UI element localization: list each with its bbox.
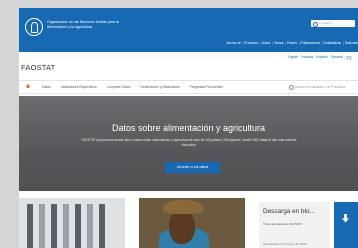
lang-french[interactable]: Français	[301, 55, 313, 60]
indicator-search-input[interactable]: Buscar un indicador o un Productos	[289, 84, 358, 90]
top-nav-access[interactable]: El acceso	[243, 41, 258, 45]
language-bar: English Français Español Русский 中文	[288, 55, 352, 60]
top-search-placeholder: Q Search	[319, 21, 332, 25]
organization-name[interactable]: Organización de las Naciones Unidas para…	[47, 20, 137, 30]
lang-english[interactable]: English	[288, 55, 298, 60]
fao-logo-icon[interactable]	[25, 18, 43, 36]
server-rack	[51, 204, 57, 248]
top-nav-countries[interactable]: Países	[285, 41, 297, 45]
server-rack	[27, 204, 33, 248]
search-icon	[313, 21, 318, 27]
indicator-search-placeholder: Buscar un indicador o un Productos	[295, 85, 346, 89]
sub-nav-indicators[interactable]: Indicadores Específicos	[56, 85, 102, 89]
photo-face	[169, 210, 195, 244]
download-date: Actualizado el 13 de jun de 2024	[263, 242, 307, 246]
top-nav: Acerca de El acceso Datos Temas Países P…	[189, 41, 358, 45]
search-icon	[289, 85, 294, 90]
server-rack	[75, 204, 81, 248]
download-icon	[341, 214, 350, 223]
woman-photo[interactable]	[139, 198, 245, 248]
lang-spanish[interactable]: Español	[316, 55, 328, 60]
server-rack	[39, 204, 45, 248]
sub-nav-items: Datos Indicadores Específicos Compare Da…	[37, 81, 228, 93]
top-nav-about[interactable]: Acerca de	[226, 41, 240, 45]
server-rack	[99, 204, 105, 248]
top-nav-topics[interactable]: Temas	[272, 41, 283, 45]
download-description: Todos los datos de FAOSTAT	[263, 222, 303, 226]
sub-nav-data[interactable]: Datos	[37, 85, 56, 89]
download-title: Descarga en blo...	[263, 208, 315, 215]
top-nav-data[interactable]: Datos	[260, 41, 270, 45]
faostat-page: Organización de las Naciones Unidas para…	[19, 8, 358, 248]
datacenter-image[interactable]	[19, 198, 125, 248]
sub-nav: Datos Indicadores Específicos Compare Da…	[19, 80, 358, 94]
bulk-download-card[interactable]: Descarga en blo... Todos los datos de FA…	[259, 202, 330, 248]
top-header: Organización de las Naciones Unidas para…	[19, 8, 358, 52]
home-icon[interactable]	[26, 84, 30, 88]
server-rack	[63, 204, 69, 248]
app-title[interactable]: FAOSTAT	[21, 63, 55, 72]
sub-nav-definitions[interactable]: Definiciones y Estándares	[135, 85, 184, 89]
top-search-input[interactable]: Q Search	[311, 20, 355, 27]
lang-russian[interactable]: Русский	[331, 55, 343, 60]
hero-banner: Datos sobre alimentación y agricultura F…	[19, 96, 358, 191]
hero-title: Datos sobre alimentación y agricultura	[111, 123, 266, 133]
server-rack	[87, 204, 93, 248]
top-nav-sessions[interactable]: Sesiones	[343, 41, 358, 45]
photo-headwrap	[163, 200, 203, 214]
sub-nav-compare[interactable]: Compare Datos	[102, 85, 136, 89]
hero-description: FAOSTAT proporciona acceso libre a datos…	[81, 138, 297, 147]
download-button[interactable]	[334, 202, 358, 248]
access-data-button[interactable]: Acceder a los datos	[165, 162, 220, 173]
top-nav-statistics[interactable]: Estadísticas	[322, 41, 341, 45]
top-nav-publications[interactable]: Publicaciones	[299, 41, 321, 45]
sub-nav-faq[interactable]: Preguntas Frecuentes	[185, 85, 228, 89]
lang-chinese[interactable]: 中文	[346, 55, 352, 60]
